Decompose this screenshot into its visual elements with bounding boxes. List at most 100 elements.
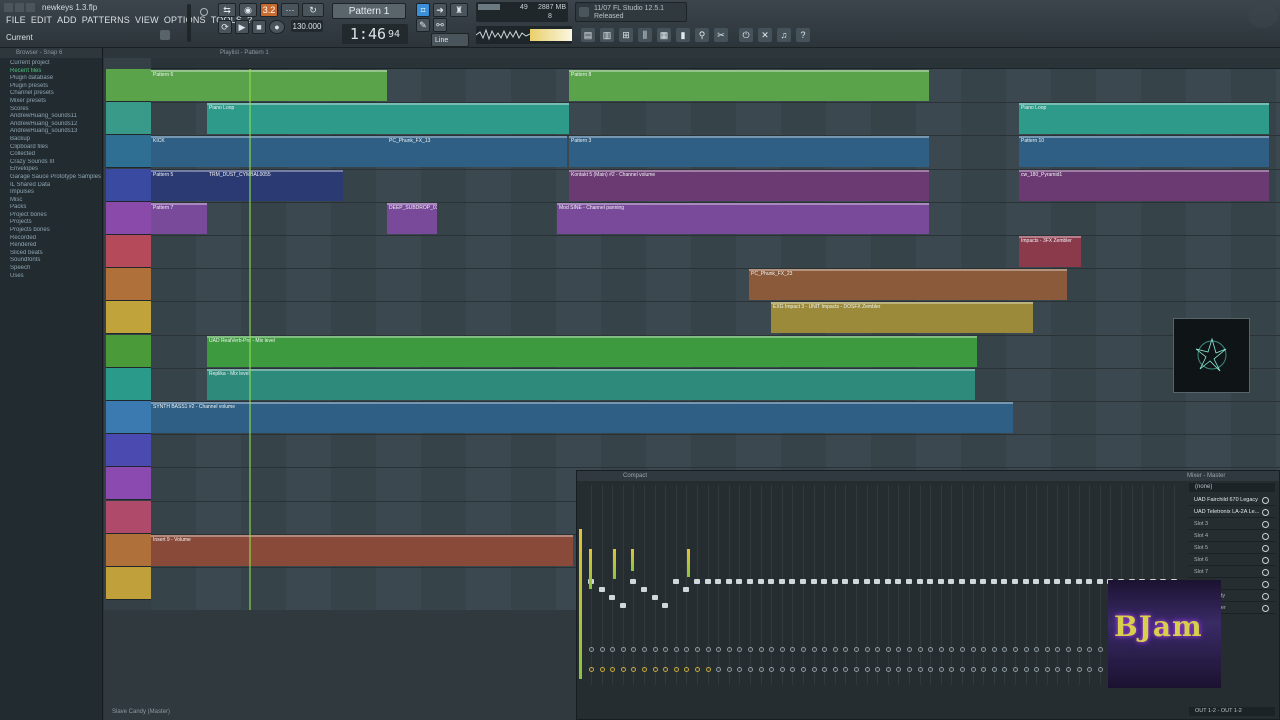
playlist-clip[interactable]: Impacts - 3FX Zembler — [1019, 236, 1081, 267]
playlist-clip[interactable]: Pattern 10 — [1019, 136, 1269, 168]
mixer-strip[interactable] — [792, 485, 794, 685]
mixer-strip[interactable] — [781, 485, 783, 685]
mixer-fader[interactable] — [1075, 579, 1082, 584]
mixer-fader[interactable] — [1001, 579, 1008, 584]
track-header[interactable] — [106, 102, 151, 136]
menu-file[interactable]: FILE — [6, 15, 26, 25]
stereo-knob[interactable] — [663, 647, 669, 652]
mixer-strip[interactable] — [1068, 485, 1069, 685]
slot-power-icon[interactable] — [1262, 545, 1269, 552]
stereo-knob[interactable] — [610, 647, 616, 652]
mixer-strip[interactable] — [972, 485, 974, 685]
pan-knob[interactable] — [896, 667, 902, 672]
pan-knob[interactable] — [737, 667, 743, 672]
mixer-fader[interactable] — [810, 579, 817, 584]
mixer-strip[interactable] — [866, 485, 868, 685]
plug-icon[interactable]: ⚲ — [695, 28, 709, 42]
slot-power-icon[interactable] — [1262, 581, 1269, 588]
slot-power-icon[interactable] — [1262, 569, 1269, 576]
playhead[interactable] — [249, 69, 251, 610]
mixer-strip[interactable] — [633, 485, 635, 685]
play-button[interactable]: ▶ — [235, 20, 249, 34]
pan-knob[interactable] — [885, 667, 891, 672]
track-header[interactable] — [106, 268, 151, 302]
mixer-strip[interactable] — [1089, 485, 1091, 685]
stereo-knob[interactable] — [907, 647, 912, 652]
effect-slot[interactable]: Slot 4 — [1189, 531, 1275, 542]
pan-knob[interactable] — [801, 667, 806, 672]
stereo-knob[interactable] — [949, 647, 955, 652]
mixer-strip[interactable] — [612, 485, 614, 685]
stereo-knob[interactable] — [896, 647, 902, 652]
mixer-strip[interactable] — [909, 485, 910, 685]
stereo-knob[interactable] — [769, 647, 775, 652]
menu-options[interactable]: OPTIONS — [164, 15, 206, 25]
mixer-strip[interactable] — [771, 485, 773, 685]
mixer-fader[interactable] — [1054, 579, 1061, 584]
stereo-knob[interactable] — [1087, 647, 1093, 652]
mixer-strip[interactable] — [834, 485, 836, 685]
mixer-fader[interactable] — [948, 579, 955, 584]
stereo-knob[interactable] — [631, 647, 637, 652]
mixer-strip[interactable] — [1046, 485, 1048, 685]
menu-edit[interactable]: EDIT — [31, 15, 52, 25]
playlist-clip[interactable]: Pattern 8 — [569, 70, 929, 101]
playlist-clip[interactable]: Piano Loop — [207, 103, 569, 135]
stereo-knob[interactable] — [928, 647, 934, 652]
stereo-knob[interactable] — [705, 647, 711, 652]
track-header[interactable] — [106, 567, 151, 600]
playlist-clip[interactable]: Mod SINE - Channel panning — [557, 202, 929, 234]
mixer-fader[interactable] — [1065, 579, 1071, 584]
browser-item[interactable]: Recorded — [0, 235, 102, 243]
pan-knob[interactable] — [938, 667, 944, 672]
pan-knob[interactable] — [991, 667, 997, 672]
track-header[interactable] — [106, 201, 151, 235]
snap-select[interactable]: Line — [431, 33, 469, 47]
track-header[interactable] — [106, 168, 151, 202]
plugin-window[interactable] — [1173, 318, 1250, 393]
browser-item[interactable]: Projects bones — [0, 227, 102, 235]
stereo-knob[interactable] — [822, 647, 828, 652]
pan-knob[interactable] — [758, 667, 764, 672]
menu-add[interactable]: ADD — [57, 15, 77, 25]
browser-item[interactable]: Mixer presets — [0, 98, 102, 106]
lock-icon[interactable] — [160, 30, 170, 40]
mixer-fader[interactable] — [937, 579, 944, 584]
playlist-clip[interactable]: Piano Loop — [1019, 103, 1269, 135]
stereo-knob[interactable] — [1044, 647, 1050, 652]
loop-record-button[interactable]: ↻ — [302, 3, 324, 17]
mixer-fader[interactable] — [630, 579, 637, 584]
mixer-fader[interactable] — [736, 579, 743, 584]
help-icon[interactable]: ? — [796, 28, 810, 42]
playlist-clip[interactable]: UAD RealVerb-Pro - Mix level — [207, 335, 977, 367]
mixer-strip[interactable] — [665, 485, 667, 685]
playlist-clip[interactable]: Insert 9 - Volume — [151, 534, 573, 566]
pan-knob[interactable] — [1076, 667, 1082, 672]
pan-knob[interactable] — [1002, 667, 1008, 672]
mixer-fader[interactable] — [1033, 579, 1040, 584]
mixer-strip[interactable] — [686, 485, 688, 685]
link-icon[interactable]: ⚯ — [433, 18, 447, 32]
browser-item[interactable]: Misc — [0, 197, 102, 205]
playlist-clip[interactable]: Pattern 7 — [151, 202, 207, 234]
slot-power-icon[interactable] — [1262, 605, 1269, 612]
loop-icon[interactable]: ⟳ — [218, 20, 232, 34]
playlist-icon[interactable]: ▤ — [581, 28, 595, 42]
mixer-strip[interactable] — [877, 485, 879, 685]
stereo-knob[interactable] — [811, 647, 817, 652]
pan-knob[interactable] — [949, 667, 955, 672]
browser-item[interactable]: Soundfonts — [0, 257, 102, 265]
pan-knob[interactable] — [620, 667, 626, 672]
mixer-fader[interactable] — [789, 579, 796, 584]
pan-knob[interactable] — [673, 667, 679, 672]
stereo-knob[interactable] — [642, 647, 647, 652]
pan-knob[interactable] — [875, 667, 881, 672]
timeline-ruler[interactable] — [151, 58, 1280, 69]
browser-item[interactable]: Packs — [0, 204, 102, 212]
browser-item[interactable]: Uses — [0, 273, 102, 281]
song-position[interactable]: 1:46 94 — [342, 24, 408, 44]
mixer-fader[interactable] — [662, 603, 669, 608]
stereo-knob[interactable] — [991, 647, 997, 652]
playlist-clip[interactable]: Pattern 6 — [151, 70, 387, 101]
mixer-fader[interactable] — [598, 587, 605, 592]
